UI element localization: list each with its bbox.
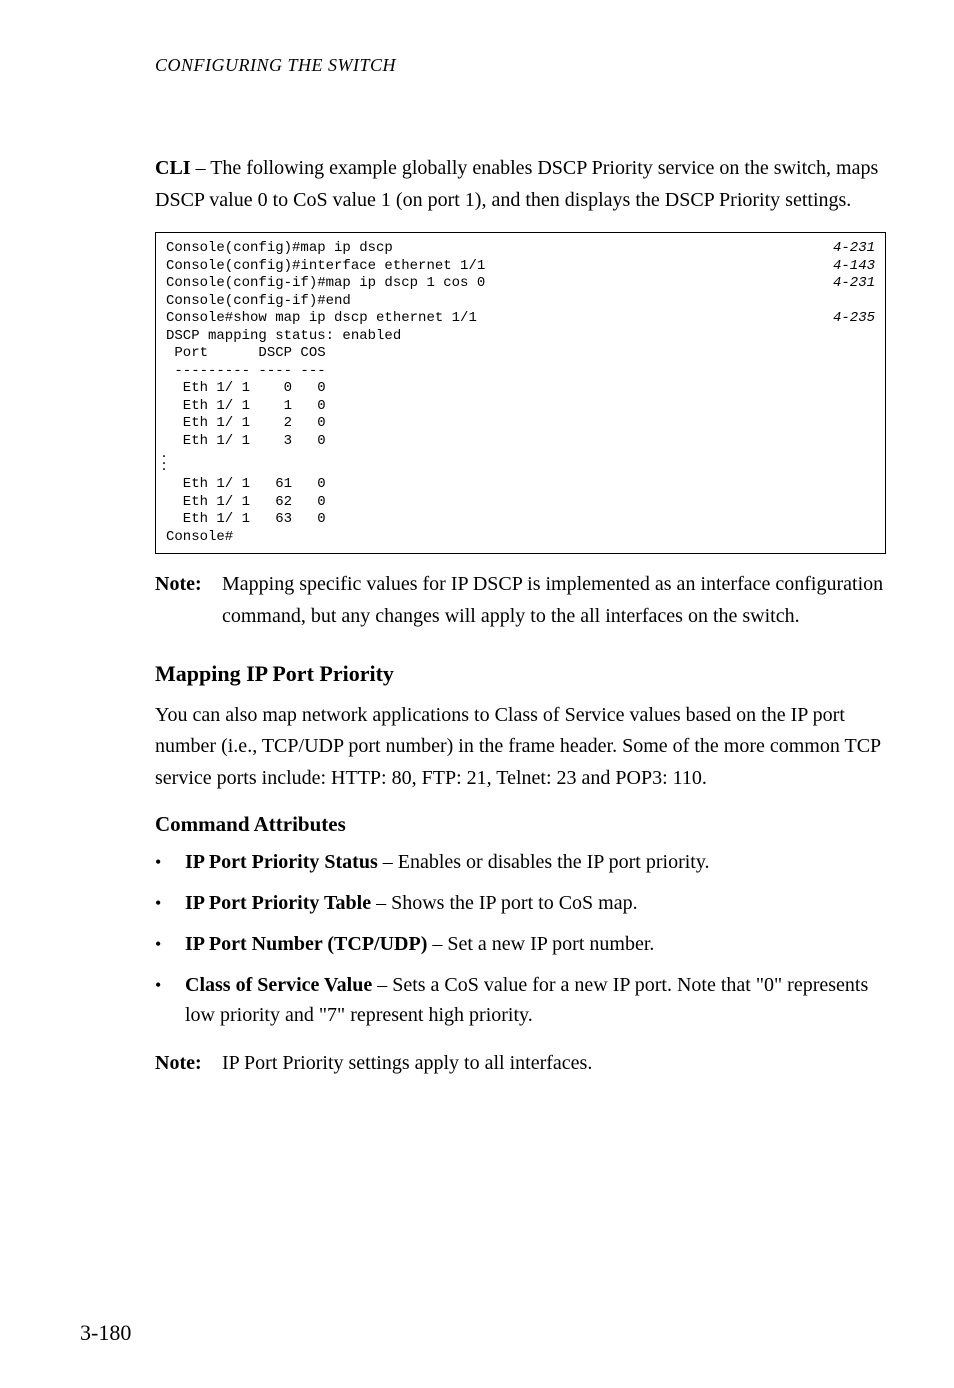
code-line: Console(config-if)#map ip dscp 1 cos 0 4-… xyxy=(166,275,875,293)
attribute-desc: – Shows the IP port to CoS map. xyxy=(371,892,638,914)
code-text: Console(config-if)#map ip dscp 1 cos 0 xyxy=(166,275,485,293)
attribute-name: Class of Service Value xyxy=(185,974,372,996)
code-page-ref: 4-235 xyxy=(833,310,875,328)
note-label: Note: xyxy=(155,569,222,632)
section-heading: Mapping IP Port Priority xyxy=(155,661,886,687)
code-line: Port DSCP COS xyxy=(166,345,875,363)
code-text: DSCP mapping status: enabled xyxy=(166,328,401,346)
code-text: Port DSCP COS xyxy=(166,345,326,363)
code-text: Eth 1/ 1 1 0 xyxy=(166,398,326,416)
note-block-2: Note: IP Port Priority settings apply to… xyxy=(155,1048,886,1080)
code-text: Console(config)#interface ethernet 1/1 xyxy=(166,258,485,276)
code-line: Eth 1/ 1 0 0 xyxy=(166,380,875,398)
attributes-heading: Command Attributes xyxy=(155,812,886,837)
code-line: Eth 1/ 1 61 0 xyxy=(166,476,875,494)
vertical-ellipsis-icon: ... xyxy=(166,450,875,476)
header-text: CONFIGURING THE SWITCH xyxy=(155,55,396,75)
list-item: IP Port Priority Table – Shows the IP po… xyxy=(155,888,886,918)
code-text: Eth 1/ 1 3 0 xyxy=(166,433,326,451)
list-item: IP Port Priority Status – Enables or dis… xyxy=(155,847,886,877)
code-text: Console(config)#map ip dscp xyxy=(166,240,393,258)
cli-code-block: Console(config)#map ip dscp4-231Console(… xyxy=(155,232,886,554)
code-line: Console(config)#interface ethernet 1/1 4-… xyxy=(166,258,875,276)
code-page-ref: 4-231 xyxy=(833,240,875,258)
intro-bold: CLI xyxy=(155,157,191,179)
intro-text: – The following example globally enables… xyxy=(155,157,878,211)
code-text: Eth 1/ 1 62 0 xyxy=(166,494,326,512)
code-text: Eth 1/ 1 2 0 xyxy=(166,415,326,433)
code-text: --------- ---- --- xyxy=(166,363,326,381)
intro-paragraph: CLI – The following example globally ena… xyxy=(155,153,886,216)
code-text: Console(config-if)#end xyxy=(166,293,351,311)
note-block-1: Note: Mapping specific values for IP DSC… xyxy=(155,569,886,632)
running-header: CONFIGURING THE SWITCH xyxy=(155,55,886,76)
code-page-ref: 4-231 xyxy=(833,275,875,293)
code-line: Console(config-if)#end xyxy=(166,293,875,311)
code-text: Console#show map ip dscp ethernet 1/1 xyxy=(166,310,477,328)
note-text: Mapping specific values for IP DSCP is i… xyxy=(222,569,886,632)
attributes-list: IP Port Priority Status – Enables or dis… xyxy=(155,847,886,1030)
code-line: Eth 1/ 1 62 0 xyxy=(166,494,875,512)
attribute-desc: – Set a new IP port number. xyxy=(427,933,654,955)
section-paragraph: You can also map network applications to… xyxy=(155,700,886,795)
code-line: Console#show map ip dscp ethernet 1/1 4-2… xyxy=(166,310,875,328)
code-line: DSCP mapping status: enabled xyxy=(166,328,875,346)
code-text: Eth 1/ 1 61 0 xyxy=(166,476,326,494)
note-label: Note: xyxy=(155,1048,222,1080)
code-page-ref: 4-143 xyxy=(833,258,875,276)
code-line: Eth 1/ 1 3 0 xyxy=(166,433,875,451)
page-number: 3-180 xyxy=(80,1320,131,1346)
attribute-name: IP Port Number (TCP/UDP) xyxy=(185,933,427,955)
code-text: Eth 1/ 1 63 0 xyxy=(166,511,326,529)
attribute-name: IP Port Priority Status xyxy=(185,851,378,873)
list-item: IP Port Number (TCP/UDP) – Set a new IP … xyxy=(155,929,886,959)
code-line: Eth 1/ 1 1 0 xyxy=(166,398,875,416)
code-line: --------- ---- --- xyxy=(166,363,875,381)
attribute-name: IP Port Priority Table xyxy=(185,892,371,914)
note-text: IP Port Priority settings apply to all i… xyxy=(222,1048,886,1080)
code-line: Eth 1/ 1 63 0 xyxy=(166,511,875,529)
code-line: Console# xyxy=(166,529,875,547)
code-text: Console# xyxy=(166,529,233,547)
code-line: Eth 1/ 1 2 0 xyxy=(166,415,875,433)
code-text: Eth 1/ 1 0 0 xyxy=(166,380,326,398)
code-line: Console(config)#map ip dscp 4-231 xyxy=(166,240,875,258)
attribute-desc: – Enables or disables the IP port priori… xyxy=(378,851,710,873)
list-item: Class of Service Value – Sets a CoS valu… xyxy=(155,970,886,1030)
